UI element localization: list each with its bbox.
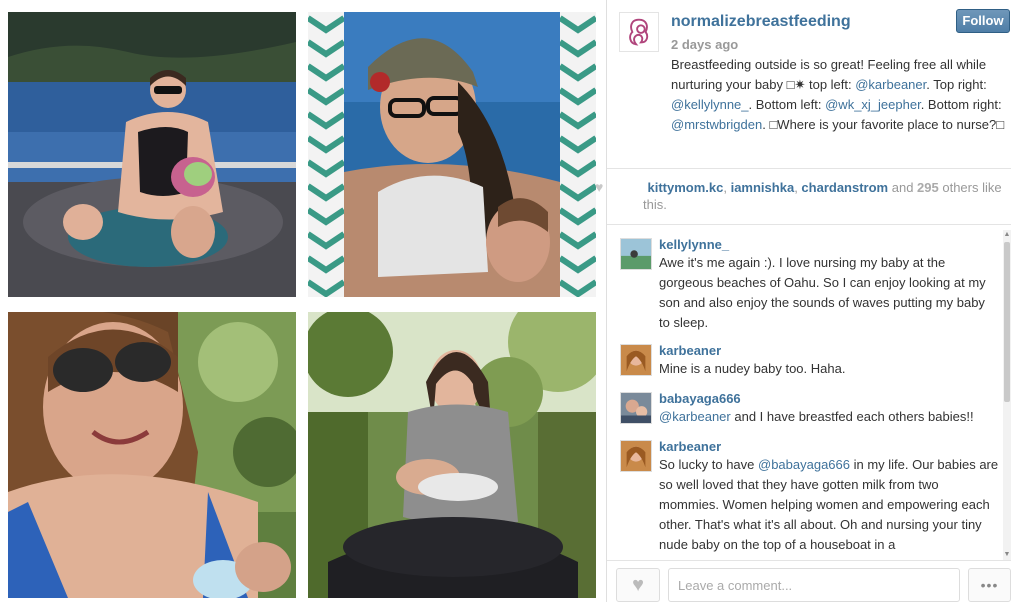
and-text: and bbox=[888, 180, 918, 195]
photo-bottom-right[interactable] bbox=[308, 312, 596, 598]
comment-text: Mine is a nudey baby too. Haha. bbox=[659, 359, 999, 379]
comment-username[interactable]: babayaga666 bbox=[659, 391, 741, 406]
post-caption: Breastfeeding outside is so great! Feeli… bbox=[671, 55, 1007, 135]
divider bbox=[607, 224, 1011, 225]
comment-input[interactable] bbox=[668, 568, 960, 602]
scroll-thumb[interactable] bbox=[1004, 242, 1010, 402]
comment-item: karbeaner Mine is a nudey baby too. Haha… bbox=[607, 340, 1003, 388]
more-icon: ••• bbox=[980, 577, 999, 593]
comment-text: Awe it's me again :). I love nursing my … bbox=[659, 253, 999, 333]
mention-link[interactable]: @karbeaner bbox=[659, 409, 731, 424]
liker-username[interactable]: iamnishka bbox=[731, 180, 795, 195]
text-segment: So lucky to have bbox=[659, 457, 758, 472]
comment-text: So lucky to have @babayaga666 in my life… bbox=[659, 455, 999, 555]
mention-link[interactable]: @karbeaner bbox=[855, 77, 926, 92]
heart-icon: ♥ bbox=[632, 574, 644, 596]
scroll-up-arrow-icon[interactable]: ▲ bbox=[1003, 230, 1011, 240]
owner-username[interactable]: normalizebreastfeeding bbox=[671, 13, 851, 31]
mention-link[interactable]: @mrstwbrigden bbox=[671, 117, 762, 132]
mention-link[interactable]: @wk_xj_jeepher bbox=[825, 97, 921, 112]
owner-avatar[interactable] bbox=[619, 12, 659, 52]
comment-username[interactable]: karbeaner bbox=[659, 343, 721, 358]
likes-count[interactable]: 295 bbox=[917, 180, 939, 195]
likes-summary: ♥ kittymom.kc, iamnishka, chardanstrom a… bbox=[595, 179, 1005, 213]
more-options-button[interactable]: ••• bbox=[968, 568, 1011, 602]
comment-item: babayaga666 @karbeaner and I have breast… bbox=[607, 388, 1003, 436]
text-segment: Mine is a nudey baby too. Haha. bbox=[659, 361, 846, 376]
text-segment: Awe it's me again :). I love nursing my … bbox=[659, 255, 986, 330]
comment-item: kellylynne_ Awe it's me again :). I love… bbox=[607, 230, 1003, 340]
text-segment: . □Where is your favorite place to nurse… bbox=[762, 117, 1005, 132]
comment-username[interactable]: kellylynne_ bbox=[659, 237, 729, 252]
separator: , bbox=[723, 180, 731, 195]
text-segment: . Bottom right: bbox=[920, 97, 1002, 112]
comment-avatar[interactable] bbox=[620, 238, 652, 270]
post-timestamp[interactable]: 2 days ago bbox=[671, 37, 738, 52]
photo-top-right[interactable] bbox=[308, 12, 596, 297]
divider bbox=[607, 560, 1011, 561]
text-segment: . Top right: bbox=[926, 77, 987, 92]
mention-link[interactable]: @babayaga666 bbox=[758, 457, 850, 472]
comments-scrollbar[interactable]: ▲ ▼ bbox=[1003, 230, 1011, 560]
liker-username[interactable]: chardanstrom bbox=[801, 180, 888, 195]
comment-username[interactable]: karbeaner bbox=[659, 439, 721, 454]
comment-text: @karbeaner and I have breastfed each oth… bbox=[659, 407, 999, 427]
liker-username[interactable]: kittymom.kc bbox=[647, 180, 723, 195]
comment-avatar[interactable] bbox=[620, 344, 652, 376]
like-button[interactable]: ♥ bbox=[616, 568, 660, 602]
comment-item: karbeaner So lucky to have @babayaga666 … bbox=[607, 436, 1003, 558]
comment-avatar[interactable] bbox=[620, 392, 652, 424]
photo-top-left[interactable] bbox=[8, 12, 296, 297]
mention-link[interactable]: @kellylynne_ bbox=[671, 97, 749, 112]
divider bbox=[607, 168, 1011, 169]
comments-list[interactable]: kellylynne_ Awe it's me again :). I love… bbox=[607, 230, 1005, 558]
follow-button[interactable]: Follow bbox=[956, 9, 1010, 33]
photo-bottom-left[interactable] bbox=[8, 312, 296, 598]
heart-icon: ♥ bbox=[595, 179, 604, 195]
text-segment: . Bottom left: bbox=[748, 97, 826, 112]
text-segment: and I have breastfed each others babies!… bbox=[730, 409, 974, 424]
post-details-panel: normalizebreastfeeding 2 days ago Follow… bbox=[595, 0, 1011, 602]
comment-avatar[interactable] bbox=[620, 440, 652, 472]
text-segment: □✷ top left: bbox=[786, 77, 856, 92]
scroll-down-arrow-icon[interactable]: ▼ bbox=[1003, 550, 1011, 560]
post-media[interactable] bbox=[0, 0, 606, 602]
